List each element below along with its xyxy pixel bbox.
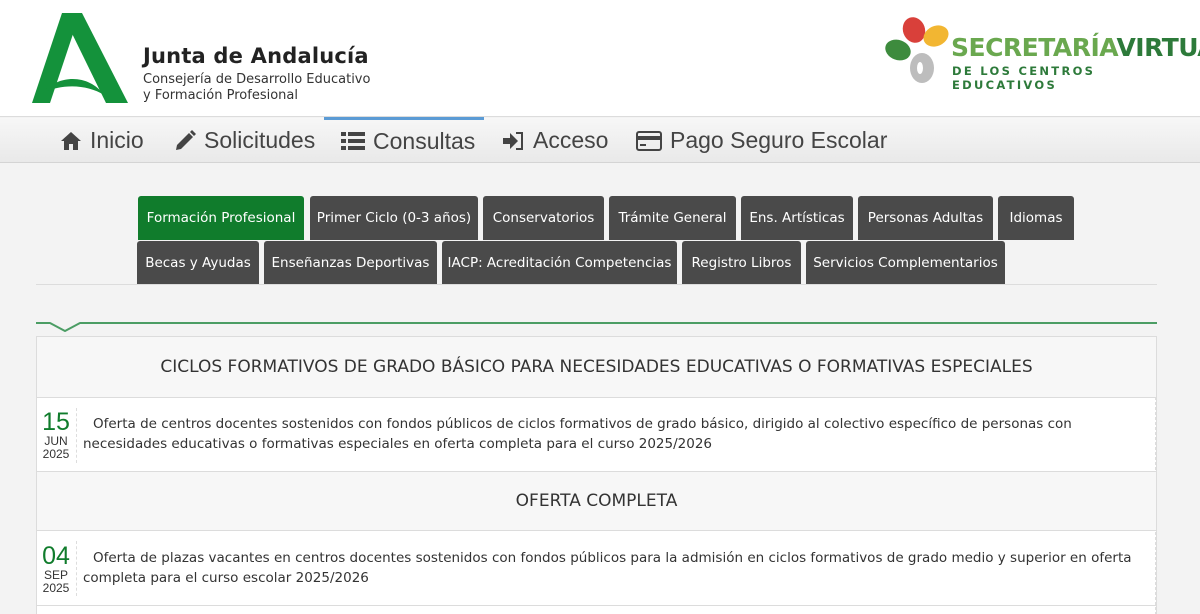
nav-consultas[interactable]: Consultas	[324, 117, 484, 162]
nav-pago-seguro[interactable]: Pago Seguro Escolar	[636, 118, 887, 163]
item-date: 15 JUN 2025	[37, 409, 75, 461]
secretaria-virtual-subtitle: DE LOS CENTROS EDUCATIVOS	[952, 64, 1096, 92]
tab-ensenanzas-deportivas[interactable]: Enseñanzas Deportivas	[264, 241, 437, 285]
content-panel: CICLOS FORMATIVOS DE GRADO BÁSICO PARA N…	[36, 336, 1157, 614]
list-icon	[341, 132, 365, 150]
tab-tramite-general[interactable]: Trámite General	[609, 196, 736, 240]
tab-formacion-profesional[interactable]: Formación Profesional	[138, 196, 304, 240]
tab-servicios-complementarios[interactable]: Servicios Complementarios	[806, 241, 1005, 285]
item-link[interactable]: Oferta de plazas vacantes en centros doc…	[83, 548, 1143, 588]
main-nav: Inicio Solicitudes Consultas Acceso Pago…	[0, 117, 1200, 163]
chevron-down-icon	[50, 322, 80, 332]
date-year: 2025	[42, 581, 70, 595]
section-title-grado-basico: CICLOS FORMATIVOS DE GRADO BÁSICO PARA N…	[37, 337, 1156, 397]
nav-acceso[interactable]: Acceso	[503, 118, 608, 163]
nav-inicio-label: Inicio	[90, 127, 144, 153]
sv-title-part-b: VIRTUAL	[1116, 33, 1200, 62]
item-link[interactable]: Oferta de centros docentes sostenidos co…	[83, 414, 1143, 454]
sign-in-icon	[503, 131, 523, 150]
tab-iacp[interactable]: IACP: Acreditación Competencias	[442, 241, 677, 285]
tab-becas-ayudas[interactable]: Becas y Ayudas	[137, 241, 259, 285]
tab-conservatorios[interactable]: Conservatorios	[483, 196, 604, 240]
date-day: 15	[42, 408, 70, 436]
org-subtitle-1: Consejería de Desarrollo Educativo	[143, 72, 371, 87]
item-divider	[76, 408, 77, 463]
item-date: 04 SEP 2025	[37, 543, 75, 595]
nav-pago-seguro-label: Pago Seguro Escolar	[670, 127, 888, 153]
date-day: 04	[42, 542, 70, 570]
nav-inicio[interactable]: Inicio	[60, 118, 144, 163]
separator	[37, 605, 1156, 606]
nav-solicitudes[interactable]: Solicitudes	[174, 118, 315, 163]
tab-personas-adultas[interactable]: Personas Adultas	[858, 196, 993, 240]
tab-ens-artisticas[interactable]: Ens. Artísticas	[741, 196, 853, 240]
list-item: 15 JUN 2025 Oferta de centros docentes s…	[37, 398, 1156, 471]
secretaria-virtual-logo-icon[interactable]	[884, 16, 950, 86]
site-header: Junta de Andalucía Consejería de Desarro…	[0, 0, 1200, 117]
nav-consultas-label: Consultas	[373, 127, 476, 154]
tab-registro-libros[interactable]: Registro Libros	[682, 241, 801, 285]
pencil-icon	[176, 129, 196, 150]
tab-primer-ciclo[interactable]: Primer Ciclo (0-3 años)	[310, 196, 478, 240]
sv-title-part-a: SECRETARÍA	[951, 33, 1117, 62]
nav-acceso-label: Acceso	[533, 127, 609, 153]
org-name: Junta de Andalucía	[143, 44, 369, 68]
credit-card-icon	[636, 130, 662, 151]
junta-andalucia-logo[interactable]	[32, 13, 128, 103]
secretaria-virtual-title: SECRETARÍAVIRTUAL	[951, 33, 1200, 62]
date-year: 2025	[42, 447, 70, 461]
item-divider	[76, 541, 77, 596]
tab-idiomas[interactable]: Idiomas	[998, 196, 1074, 240]
section-divider	[36, 322, 1157, 324]
home-icon	[61, 131, 81, 150]
section-title-oferta-completa: OFERTA COMPLETA	[37, 472, 1156, 530]
tabs-divider	[36, 284, 1157, 285]
list-item: 04 SEP 2025 Oferta de plazas vacantes en…	[37, 531, 1156, 605]
org-subtitle-2: y Formación Profesional	[143, 88, 298, 103]
nav-solicitudes-label: Solicitudes	[204, 127, 316, 153]
